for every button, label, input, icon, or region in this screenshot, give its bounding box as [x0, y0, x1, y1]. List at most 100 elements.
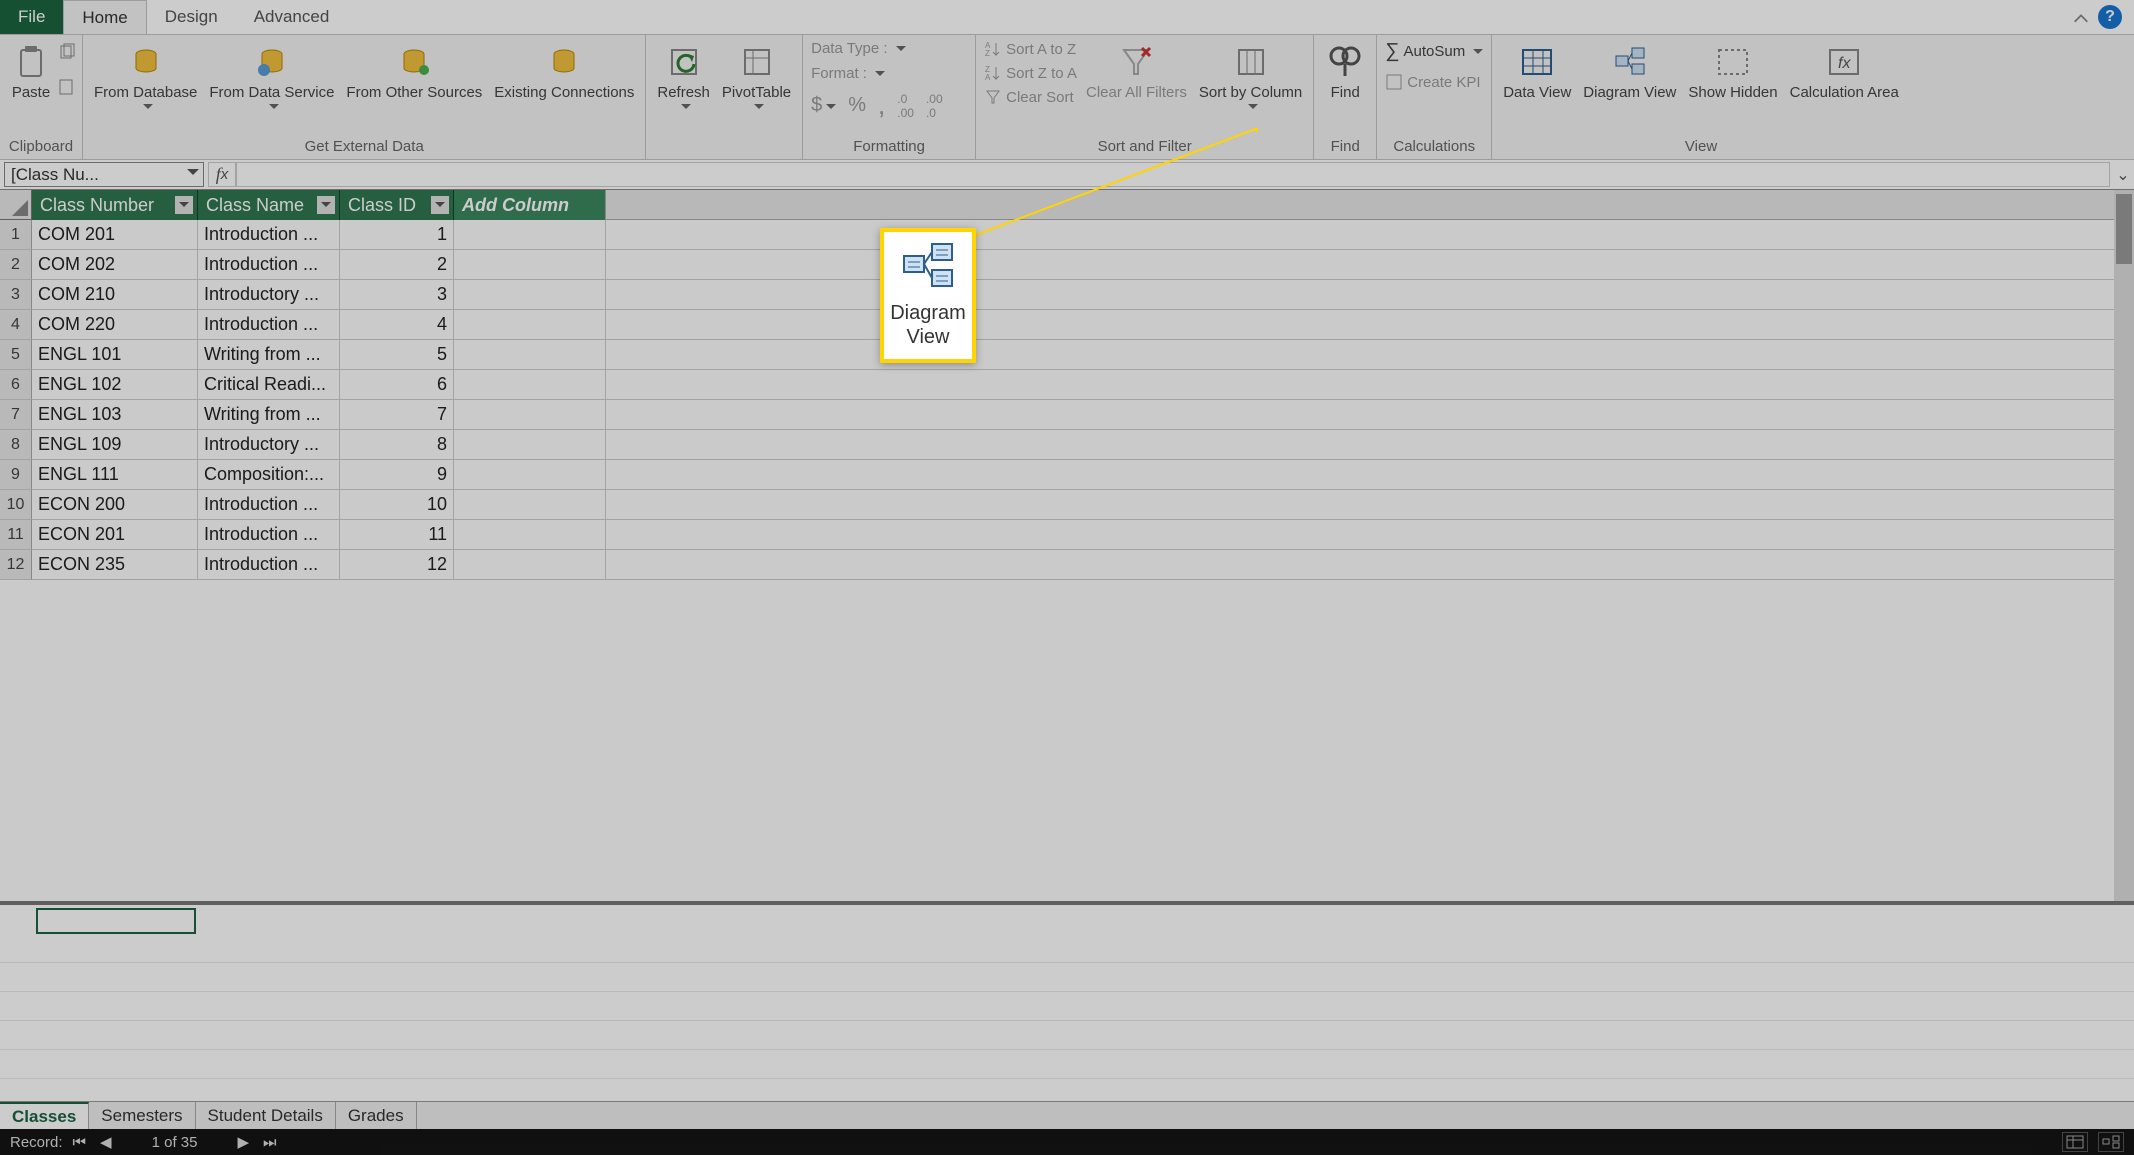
cell-empty[interactable]	[454, 340, 606, 370]
table-row[interactable]: 8ENGL 109Introductory ...8	[0, 430, 2134, 460]
formula-input[interactable]	[236, 162, 2110, 187]
cell-empty[interactable]	[454, 460, 606, 490]
refresh-button[interactable]: Refresh	[652, 39, 715, 114]
cell-class-name[interactable]: Writing from ...	[198, 400, 340, 430]
cell-class-name[interactable]: Introductory ...	[198, 430, 340, 460]
tab-file[interactable]: File	[0, 0, 63, 34]
filter-icon[interactable]	[175, 196, 193, 214]
cell-empty[interactable]	[454, 430, 606, 460]
clear-sort-button[interactable]: Clear Sort	[982, 87, 1079, 107]
sort-by-column-button[interactable]: Sort by Column	[1194, 39, 1307, 114]
cell-class-name[interactable]: Introductory ...	[198, 280, 340, 310]
active-measure-cell[interactable]	[36, 908, 196, 934]
cell-class-name[interactable]: Introduction ...	[198, 220, 340, 250]
cell-class-name[interactable]: Introduction ...	[198, 310, 340, 340]
cell-class-number[interactable]: COM 201	[32, 220, 198, 250]
cell-empty[interactable]	[454, 400, 606, 430]
row-header[interactable]: 3	[0, 280, 32, 310]
clear-all-filters-button[interactable]: Clear All Filters	[1081, 39, 1192, 104]
diagram-view-status-icon[interactable]	[2098, 1132, 2124, 1152]
cell-class-number[interactable]: ENGL 102	[32, 370, 198, 400]
comma-button[interactable]: ,	[878, 90, 885, 121]
cell-class-number[interactable]: ENGL 103	[32, 400, 198, 430]
cell-empty[interactable]	[454, 310, 606, 340]
vertical-scrollbar[interactable]	[2114, 190, 2134, 901]
format-dropdown[interactable]: Format :	[809, 64, 969, 83]
currency-button[interactable]: $	[811, 94, 836, 117]
tab-design[interactable]: Design	[147, 0, 236, 34]
row-header[interactable]: 1	[0, 220, 32, 250]
cell-empty[interactable]	[454, 520, 606, 550]
cell-class-name[interactable]: Introduction ...	[198, 520, 340, 550]
cell-empty[interactable]	[454, 370, 606, 400]
name-box[interactable]: [Class Nu...	[4, 162, 204, 187]
column-header-class-name[interactable]: Class Name	[198, 190, 340, 220]
table-row[interactable]: 12ECON 235Introduction ...12	[0, 550, 2134, 580]
next-record-icon[interactable]: ▶	[237, 1133, 249, 1151]
pivottable-button[interactable]: PivotTable	[717, 39, 796, 114]
column-header-class-number[interactable]: Class Number	[32, 190, 198, 220]
copy-icon[interactable]	[58, 43, 76, 66]
cell-class-id[interactable]: 2	[340, 250, 454, 280]
cell-class-id[interactable]: 10	[340, 490, 454, 520]
table-row[interactable]: 10ECON 200Introduction ...10	[0, 490, 2134, 520]
row-header[interactable]: 6	[0, 370, 32, 400]
cell-class-id[interactable]: 8	[340, 430, 454, 460]
cell-class-name[interactable]: Introduction ...	[198, 550, 340, 580]
filter-icon[interactable]	[317, 196, 335, 214]
cell-class-id[interactable]: 6	[340, 370, 454, 400]
table-row[interactable]: 6ENGL 102Critical Readi...6	[0, 370, 2134, 400]
cell-class-name[interactable]: Introduction ...	[198, 250, 340, 280]
cell-empty[interactable]	[454, 550, 606, 580]
cell-class-id[interactable]: 11	[340, 520, 454, 550]
expand-formula-icon[interactable]: ⌄	[2112, 160, 2134, 189]
find-button[interactable]: Find	[1320, 39, 1370, 104]
increase-decimal-button[interactable]: .0.00	[897, 92, 914, 120]
tab-home[interactable]: Home	[63, 0, 146, 34]
table-row[interactable]: 3COM 210Introductory ...3	[0, 280, 2134, 310]
cell-class-id[interactable]: 1	[340, 220, 454, 250]
column-header-class-id[interactable]: Class ID	[340, 190, 454, 220]
row-header[interactable]: 12	[0, 550, 32, 580]
row-header[interactable]: 10	[0, 490, 32, 520]
calculation-area-pane[interactable]	[0, 901, 2134, 1101]
row-header[interactable]: 11	[0, 520, 32, 550]
data-type-dropdown[interactable]: Data Type :	[809, 39, 969, 58]
sheet-tab-student-details[interactable]: Student Details	[196, 1102, 336, 1129]
sheet-tab-classes[interactable]: Classes	[0, 1102, 89, 1129]
select-all-corner[interactable]	[0, 190, 32, 220]
cell-empty[interactable]	[454, 490, 606, 520]
create-kpi-button[interactable]: Create KPI	[1383, 72, 1485, 92]
cell-class-number[interactable]: COM 220	[32, 310, 198, 340]
cell-class-number[interactable]: ENGL 109	[32, 430, 198, 460]
row-header[interactable]: 2	[0, 250, 32, 280]
cell-class-number[interactable]: ENGL 111	[32, 460, 198, 490]
sort-az-button[interactable]: AZ Sort A to Z	[982, 39, 1079, 59]
cell-empty[interactable]	[454, 250, 606, 280]
cell-class-number[interactable]: ECON 200	[32, 490, 198, 520]
cell-class-name[interactable]: Composition:...	[198, 460, 340, 490]
cell-class-id[interactable]: 4	[340, 310, 454, 340]
from-data-service-button[interactable]: From Data Service	[204, 39, 339, 114]
existing-connections-button[interactable]: Existing Connections	[489, 39, 639, 104]
cell-class-name[interactable]: Writing from ...	[198, 340, 340, 370]
filter-icon[interactable]	[431, 196, 449, 214]
tab-advanced[interactable]: Advanced	[236, 0, 348, 34]
autosum-button[interactable]: ∑AutoSum	[1383, 39, 1485, 64]
cell-class-number[interactable]: ECON 235	[32, 550, 198, 580]
cell-class-id[interactable]: 9	[340, 460, 454, 490]
from-database-button[interactable]: From Database	[89, 39, 202, 114]
table-row[interactable]: 9ENGL 111Composition:...9	[0, 460, 2134, 490]
cell-class-number[interactable]: ENGL 101	[32, 340, 198, 370]
table-row[interactable]: 2COM 202Introduction ...2	[0, 250, 2134, 280]
data-view-button[interactable]: Data View	[1498, 39, 1576, 104]
cell-class-number[interactable]: ECON 201	[32, 520, 198, 550]
row-header[interactable]: 8	[0, 430, 32, 460]
table-row[interactable]: 5ENGL 101Writing from ...5	[0, 340, 2134, 370]
data-view-status-icon[interactable]	[2062, 1132, 2088, 1152]
cell-class-number[interactable]: COM 202	[32, 250, 198, 280]
sheet-tab-semesters[interactable]: Semesters	[89, 1102, 195, 1129]
sheet-tab-grades[interactable]: Grades	[336, 1102, 417, 1129]
percent-button[interactable]: %	[848, 94, 866, 117]
row-header[interactable]: 7	[0, 400, 32, 430]
